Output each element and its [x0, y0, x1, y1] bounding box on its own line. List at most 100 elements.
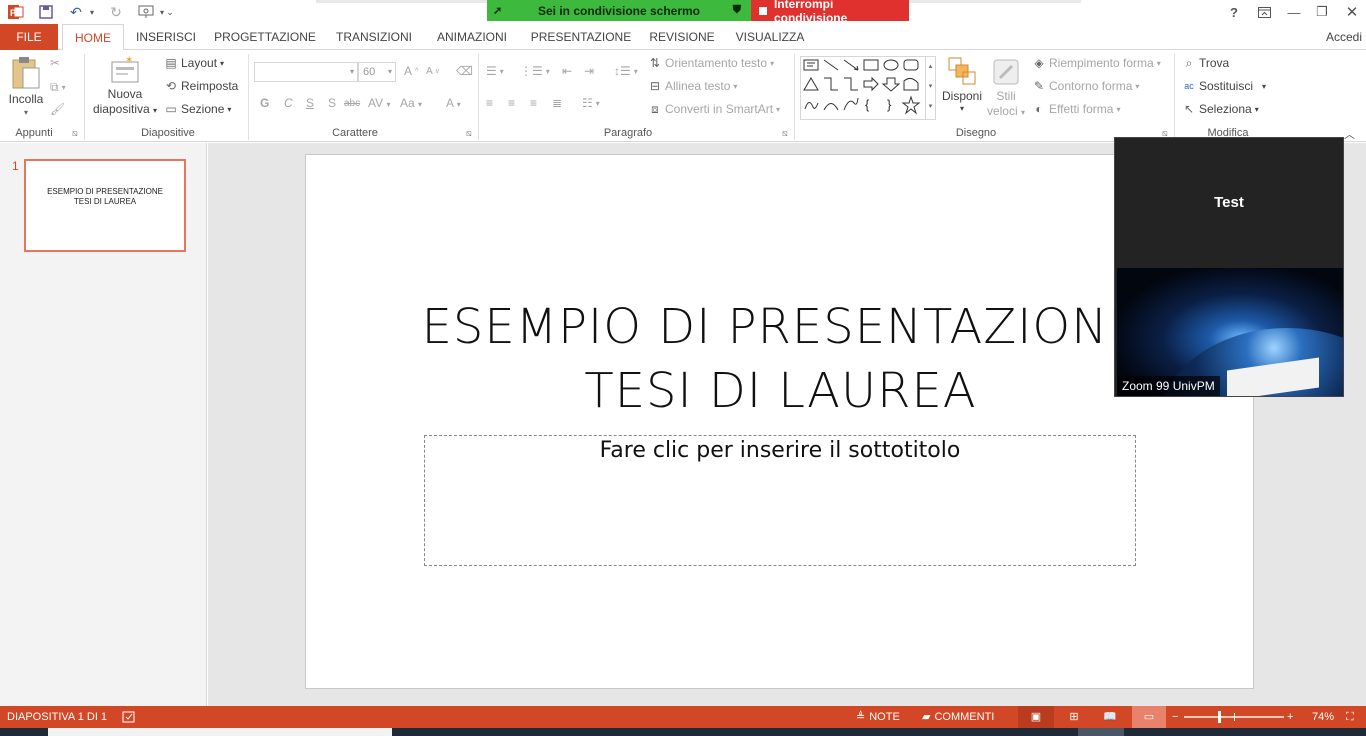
redo-icon[interactable]: ↻: [106, 2, 126, 22]
tab-review[interactable]: REVISIONE: [646, 24, 718, 50]
slide-canvas[interactable]: ESEMPIO DI PRESENTAZIONE TESI DI LAUREA …: [305, 154, 1254, 689]
spell-check-icon[interactable]: [122, 706, 136, 728]
slide-thumbnail-1[interactable]: ESEMPIO DI PRESENTAZIONE TESI DI LAUREA: [24, 159, 186, 252]
minimize-icon[interactable]: —: [1280, 0, 1308, 24]
decrease-indent-icon[interactable]: ⇤: [562, 64, 572, 78]
tab-home[interactable]: HOME: [62, 24, 124, 51]
align-right-icon[interactable]: ≡: [530, 96, 537, 110]
format-painter-icon[interactable]: 🖌: [50, 102, 65, 116]
collapse-ribbon-icon[interactable]: ︿: [1344, 126, 1355, 142]
zoom-in-icon[interactable]: +: [1287, 706, 1293, 728]
taskbar-search-box[interactable]: [48, 728, 392, 736]
justify-icon[interactable]: ≣: [552, 96, 562, 110]
tab-slideshow[interactable]: PRESENTAZIONE: [530, 24, 632, 50]
new-slide-button[interactable]: ✶ Nuova diapositiva ▾: [92, 56, 158, 116]
cut-icon[interactable]: ✂: [50, 56, 60, 70]
stop-share-label: Interrompi condivisione: [773, 0, 848, 25]
reset-button[interactable]: ⟲ Reimposta: [164, 79, 238, 93]
section-button[interactable]: ▭ Sezione ▾: [164, 102, 231, 116]
font-size-combo[interactable]: 60 ▾: [358, 62, 396, 82]
font-group-label: Carattere: [332, 127, 378, 139]
smartart-icon: ⧈: [651, 102, 659, 116]
powerpoint-logo-icon: P: [6, 2, 26, 22]
bold-button[interactable]: G: [260, 96, 269, 110]
replace-button[interactable]: ac Sostituisci ▾: [1182, 79, 1266, 93]
shapes-gallery[interactable]: { } ▴ ▾ ▾: [800, 56, 936, 120]
paste-button[interactable]: Incolla ▾: [6, 56, 46, 126]
slide-sorter-view-icon[interactable]: ⊞: [1062, 706, 1086, 728]
slide-title-line-2: TESI DI LAUREA: [584, 363, 977, 419]
zoom-slider[interactable]: [1184, 706, 1284, 728]
line-spacing-icon[interactable]: ↕☰ ▾: [614, 64, 638, 78]
subtitle-placeholder[interactable]: Fare clic per inserire il sottotitolo: [424, 435, 1136, 566]
strikethrough-button[interactable]: abc: [344, 98, 360, 109]
slide-title[interactable]: ESEMPIO DI PRESENTAZIONE TESI DI LAUREA: [306, 295, 1255, 423]
comments-button[interactable]: ▰ COMMENTI: [922, 706, 994, 728]
font-launcher-icon[interactable]: ⧅: [466, 128, 472, 139]
align-text-button[interactable]: ⊟ Allinea testo ▾: [648, 79, 737, 93]
shape-outline-button[interactable]: ✎ Contorno forma ▾: [1032, 79, 1139, 93]
grow-font-icon[interactable]: A ^: [404, 64, 418, 78]
taskbar-active-item[interactable]: [1078, 728, 1124, 736]
arrange-button[interactable]: Disponi ▾: [940, 56, 984, 113]
font-color-button[interactable]: A ▾: [446, 96, 461, 110]
layout-button[interactable]: ▤ Layout ▾: [164, 56, 224, 70]
svg-text:}: }: [887, 97, 892, 112]
ribbon-display-options-icon[interactable]: [1250, 0, 1278, 24]
italic-button[interactable]: C: [284, 96, 293, 110]
zoom-level[interactable]: 74%: [1312, 706, 1334, 728]
effects-icon: ◐: [1035, 102, 1043, 116]
underline-button[interactable]: S: [306, 96, 314, 110]
shrink-font-icon[interactable]: Av: [426, 66, 439, 77]
zoom-video-panel[interactable]: Test Zoom 99 UnivPM: [1114, 137, 1344, 397]
shape-effects-button[interactable]: ◐ Effetti forma ▾: [1032, 102, 1120, 116]
zoom-slider-thumb[interactable]: [1218, 711, 1221, 723]
slideshow-view-icon[interactable]: ▭: [1132, 706, 1166, 728]
help-button[interactable]: ?: [1220, 0, 1248, 24]
font-name-combo[interactable]: ▾: [254, 62, 358, 82]
reading-view-icon[interactable]: 📖: [1098, 706, 1122, 728]
zoom-out-icon[interactable]: −: [1172, 706, 1178, 728]
slide-counter[interactable]: DIAPOSITIVA 1 DI 1: [7, 706, 107, 728]
binoculars-icon: ⌕: [1185, 56, 1193, 70]
select-button[interactable]: ↖ Seleziona ▾: [1182, 102, 1259, 116]
fit-slide-icon[interactable]: ⛶: [1346, 706, 1354, 728]
save-icon[interactable]: [36, 2, 56, 22]
customize-toolbar-icon[interactable]: ⌄: [160, 2, 180, 22]
increase-indent-icon[interactable]: ⇥: [584, 64, 594, 78]
undo-dropdown-icon[interactable]: ▾: [82, 2, 102, 22]
smartart-button[interactable]: ⧈ Converti in SmartArt ▾: [648, 102, 780, 116]
bullets-icon[interactable]: ☰ ▾: [486, 64, 504, 78]
restore-icon[interactable]: ❐: [1308, 0, 1336, 24]
tab-insert[interactable]: INSERISCI: [136, 24, 196, 50]
copy-icon[interactable]: ⧉ ▾: [50, 80, 66, 95]
normal-view-icon[interactable]: ▣: [1018, 706, 1054, 728]
stop-share-button[interactable]: Interrompi condivisione: [751, 0, 909, 25]
clear-formatting-icon[interactable]: ⌫: [456, 64, 473, 78]
close-icon[interactable]: ✕: [1338, 0, 1366, 24]
notes-icon: ≜: [856, 711, 866, 723]
new-slide-label-2: diapositiva ▾: [92, 102, 158, 116]
clipboard-launcher-icon[interactable]: ⧅: [72, 128, 78, 139]
slide-thumbnails-pane: 1 ESEMPIO DI PRESENTAZIONE TESI DI LAURE…: [0, 143, 207, 706]
text-direction-button[interactable]: ⇅ Orientamento testo ▾: [648, 56, 774, 70]
tab-file[interactable]: FILE: [0, 24, 58, 50]
align-left-icon[interactable]: ≡: [486, 96, 493, 110]
columns-icon[interactable]: ☷ ▾: [582, 96, 600, 110]
tab-design[interactable]: PROGETTAZIONE: [212, 24, 318, 50]
sign-in-link[interactable]: Accedi: [1326, 24, 1366, 50]
tab-transitions[interactable]: TRANSIZIONI: [332, 24, 416, 50]
tab-view[interactable]: VISUALIZZA: [732, 24, 808, 50]
text-shadow-button[interactable]: S: [328, 96, 336, 110]
notes-button[interactable]: ≜ NOTE: [856, 706, 900, 728]
change-case-button[interactable]: Aa ▾: [400, 96, 422, 110]
drawing-group-label: Disegno: [955, 127, 997, 139]
align-center-icon[interactable]: ≡: [508, 96, 515, 110]
find-button[interactable]: ⌕ Trova: [1182, 56, 1230, 70]
shape-fill-button[interactable]: ◈ Riempimento forma ▾: [1032, 56, 1160, 70]
numbering-icon[interactable]: ⋮☰ ▾: [520, 64, 550, 78]
tab-animations[interactable]: ANIMAZIONI: [430, 24, 514, 50]
paragraph-launcher-icon[interactable]: ⧅: [782, 128, 788, 139]
quick-styles-button[interactable]: Stili veloci ▾: [986, 56, 1026, 118]
char-spacing-button[interactable]: AV ▾: [368, 96, 390, 110]
